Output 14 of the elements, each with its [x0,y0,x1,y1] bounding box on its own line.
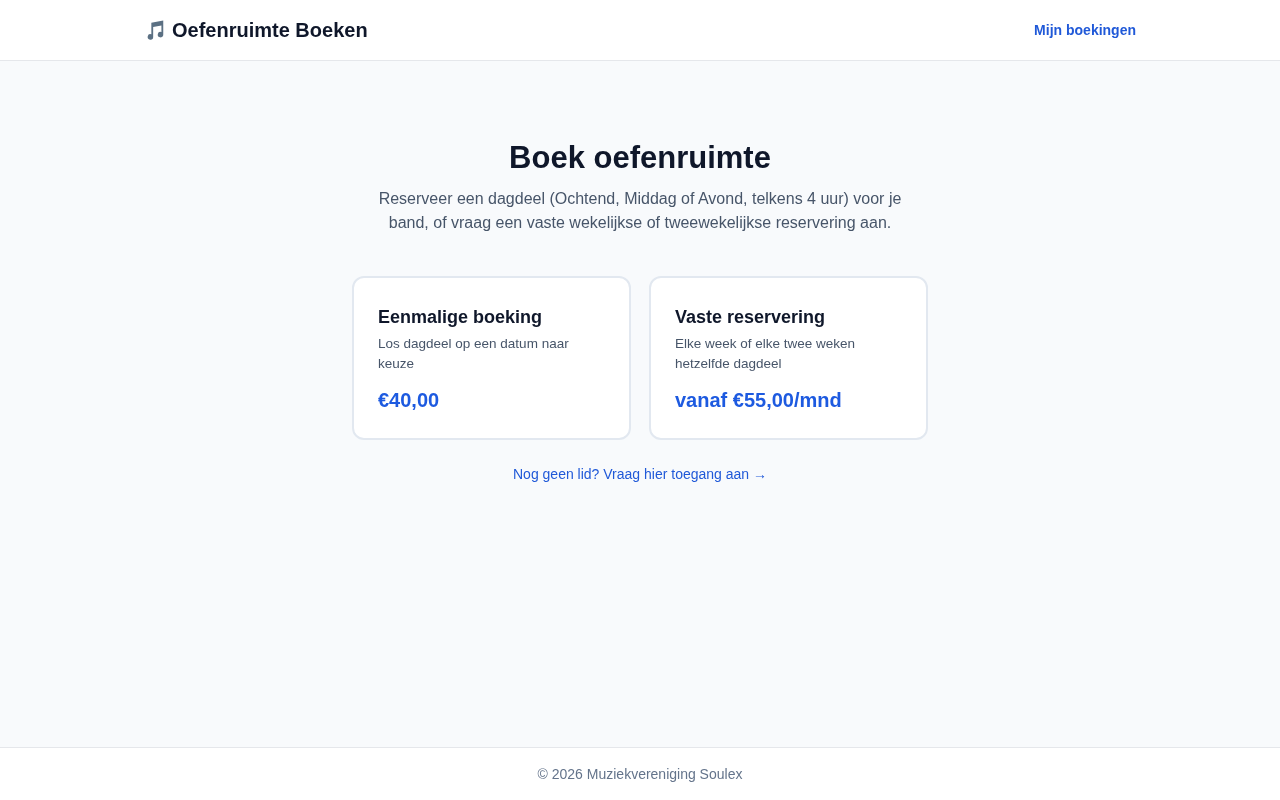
my-bookings-link[interactable]: Mijn boekingen [1034,19,1136,41]
booking-option-card[interactable]: Vaste reservering Elke week of elke twee weken hetzelfde dagdeel vanaf €55,00/mnd [649,276,928,440]
option-title: Eenmalige boeking [378,306,544,329]
option-title: Vaste reservering [675,306,827,329]
request-access-link[interactable]: Nog geen lid? Vraag hier toegang aan → [513,464,767,485]
intro-text: Reserveer een dagdeel (Ochtend, Middag of Avond, telkens 4 uur) voor je band, of vraag een vaste wekelijkse of tweewekelijkse reservering aan. [377,189,903,233]
copyright-text: © 2026 Muziekvereniging Soulex [537,764,743,784]
option-price: €40,00 [378,388,441,413]
booking-option-card[interactable]: Eenmalige boeking Los dagdeel op een datum naar keuze €40,00 [352,276,631,440]
app-title: Oefenruimte Boeken [172,18,368,43]
option-price: vanaf €55,00/mnd [675,388,843,413]
page-heading: Boek oefenruimte [509,139,771,177]
option-description: Los dagdeel op een datum naar keuze [378,335,570,373]
option-description: Elke week of elke twee weken hetzelfde dagdeel [675,335,857,373]
